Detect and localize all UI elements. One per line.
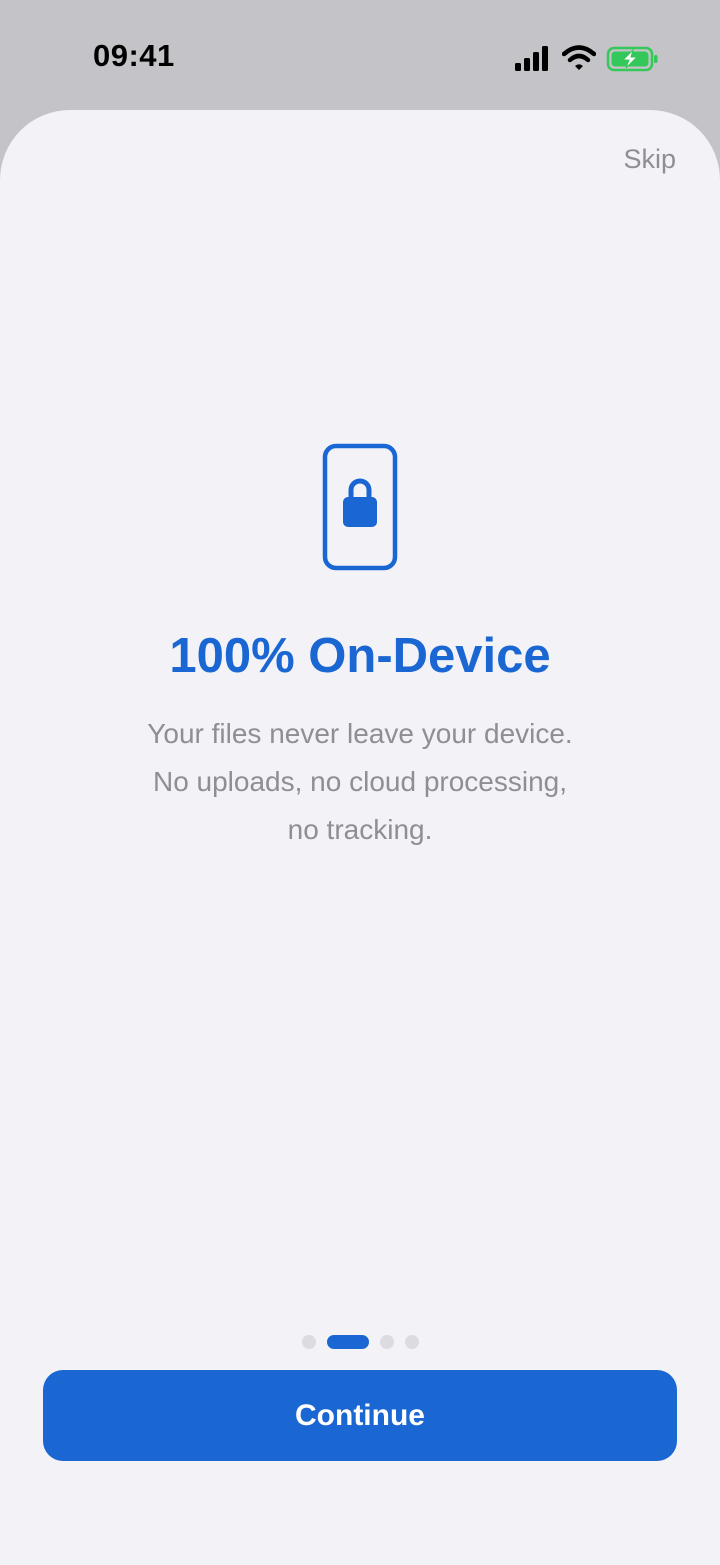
status-icons [514, 44, 660, 74]
description-line: no tracking. [287, 814, 433, 845]
battery-charging-icon [606, 46, 658, 72]
page-dot-1[interactable] [301, 1335, 316, 1349]
page-title: 100% On-Device [169, 629, 551, 683]
skip-button[interactable]: Skip [623, 144, 676, 175]
page-dot-3[interactable] [379, 1335, 394, 1349]
description-line: Your files never leave your device. [147, 718, 573, 749]
phone-lock-icon [322, 443, 398, 571]
page-indicator [0, 1334, 720, 1350]
description: Your files never leave your device. No u… [0, 710, 720, 854]
page-dot-2-active[interactable] [326, 1335, 369, 1349]
continue-button[interactable]: Continue [43, 1370, 677, 1461]
wifi-icon [562, 45, 596, 70]
status-time: 09:41 [93, 38, 175, 73]
status-bar: 09:41 [0, 0, 720, 112]
description-line: No uploads, no cloud processing, [152, 766, 568, 797]
page-dot-4[interactable] [404, 1335, 419, 1349]
cellular-signal-icon [515, 46, 548, 71]
